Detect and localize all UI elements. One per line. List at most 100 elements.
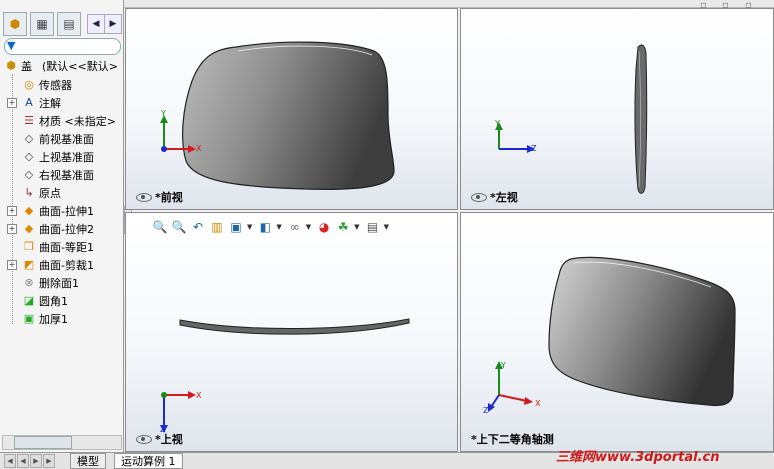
tab-scroll-right[interactable]: ▶ <box>104 14 122 34</box>
configuration-icon: ▤ <box>63 17 75 31</box>
chevron-right-icon: ▶ <box>109 19 117 29</box>
plane-icon: ◇ <box>24 168 34 181</box>
view-eye-icon <box>471 192 487 202</box>
view-label-isometric: *上下二等角轴测 <box>471 433 554 446</box>
chevron-left-icon: ◀ <box>20 457 26 465</box>
configuration-manager-tab[interactable]: ▤ <box>57 12 81 36</box>
tree-item-label: 加厚1 <box>39 312 68 326</box>
viewport-left[interactable]: Y Z *左视 <box>460 8 774 210</box>
tree-item-label: 曲面-等距1 <box>39 240 94 254</box>
tree-item[interactable]: ⊗ 删除面1 <box>22 274 79 291</box>
viewport-front[interactable]: Y X *前视 <box>125 8 458 210</box>
tree-item-label: 曲面-拉伸1 <box>39 204 94 218</box>
property-manager-tab[interactable]: ▦ <box>30 12 54 36</box>
tree-root-part[interactable]: ⬢ 盖 (默认<<默认> <box>4 57 118 74</box>
tree-item[interactable]: ☰ 材质 <未指定> <box>22 112 116 129</box>
manager-tab-bar: ⬢ ▦ ▤ ◀ ▶ <box>0 12 123 36</box>
tree-item[interactable]: ❐ 曲面-等距1 <box>22 238 94 255</box>
axis-x-label: X <box>196 391 202 400</box>
tree-item[interactable]: ◎ 传感器 <box>22 76 72 93</box>
plane-icon: ◇ <box>24 150 34 163</box>
surface-extrude-icon: ◆ <box>24 222 34 235</box>
part-config: (默认<<默认> <box>42 59 118 73</box>
tree-item[interactable]: ◆ 曲面-拉伸2 <box>22 220 94 237</box>
thicken-icon: ▣ <box>23 312 35 325</box>
surface-offset-icon: ❐ <box>24 240 34 253</box>
filter-icon: ▼ <box>7 39 16 52</box>
tab-scroll-left[interactable]: ◀ <box>87 14 105 34</box>
axis-z-label: Z <box>531 144 537 153</box>
tree-connector <box>12 74 13 324</box>
tree-item-label: 传感器 <box>39 78 72 92</box>
view-eye-icon <box>136 192 152 202</box>
origin-icon: ↳ <box>24 186 34 199</box>
view-label-front: *前视 <box>136 189 183 205</box>
left-view-canvas <box>634 44 648 194</box>
part-icon: ⬢ <box>6 59 16 72</box>
surface-trim-icon: ◩ <box>23 258 35 271</box>
tree-item-label: 上视基准面 <box>39 150 94 164</box>
material-icon: ☰ <box>24 114 34 127</box>
tab-next-button[interactable]: ▶ <box>30 454 42 468</box>
axis-y-label: Y <box>495 119 500 128</box>
view-eye-icon <box>136 434 152 444</box>
surface-extrude-icon: ◆ <box>24 204 34 217</box>
tree-expander[interactable]: + <box>7 260 17 270</box>
tree-item[interactable]: ◆ 曲面-拉伸1 <box>22 202 94 219</box>
viewport-isometric[interactable]: Y X Z *上下二等角轴测 <box>460 212 774 452</box>
tree-item-label: 曲面-剪裁1 <box>39 258 94 272</box>
tab-model[interactable]: 模型 <box>70 453 106 469</box>
feature-filter-input[interactable] <box>4 38 121 55</box>
viewport-top[interactable]: 🔍 🔍 ↶ ▥ ▣ ▼ ◧ ▼ ∞ ▼ ◕ ☘ ▼ ▤ ▼ X Z *上视 <box>125 212 458 452</box>
property-icon: ▦ <box>36 17 48 31</box>
tree-item-label: 圆角1 <box>39 294 68 308</box>
tree-item[interactable]: ◇ 前视基准面 <box>22 130 94 147</box>
chevron-right-icon: ▶ <box>33 457 39 465</box>
tree-item[interactable]: A 注解 <box>22 94 61 111</box>
tree-item-label: 曲面-拉伸2 <box>39 222 94 236</box>
tree-item-label: 右视基准面 <box>39 168 94 182</box>
axis-z-label: Z <box>483 406 489 415</box>
tree-item-label: 前视基准面 <box>39 132 94 146</box>
part-top-shape[interactable] <box>179 318 410 335</box>
tree-item-label: 材质 <未指定> <box>39 114 116 128</box>
watermark: 三维网www.3dportal.cn <box>556 450 720 465</box>
chevron-last-icon: ▶ <box>46 457 52 465</box>
axis-y-label: Y <box>161 109 166 118</box>
delete-face-icon: ⊗ <box>24 276 34 289</box>
part-iso-shape[interactable] <box>548 256 736 407</box>
tab-first-button[interactable]: ◀ <box>4 454 16 468</box>
tree-item-label: 注解 <box>39 96 61 110</box>
axis-x-label: X <box>196 144 202 153</box>
chevron-first-icon: ◀ <box>7 457 13 465</box>
feature-manager-tab[interactable]: ⬢ <box>3 12 27 36</box>
view-label-left: *左视 <box>471 189 518 205</box>
tab-last-button[interactable]: ▶ <box>43 454 55 468</box>
tree-item[interactable]: ▣ 加厚1 <box>22 310 68 327</box>
tree-item[interactable]: ◪ 圆角1 <box>22 292 68 309</box>
tree-item[interactable]: ◇ 右视基准面 <box>22 166 94 183</box>
tree-item[interactable]: ↳ 原点 <box>22 184 61 201</box>
view-label-top: *上视 <box>136 431 183 447</box>
feature-tree-icon: ⬢ <box>9 17 21 31</box>
tree-expander[interactable]: + <box>7 224 17 234</box>
tree-expander[interactable]: + <box>7 98 17 108</box>
part-front-shape[interactable] <box>182 41 395 190</box>
tab-prev-button[interactable]: ◀ <box>17 454 29 468</box>
tree-item[interactable]: ◇ 上视基准面 <box>22 148 94 165</box>
part-name: 盖 <box>21 59 32 73</box>
sensor-icon: ◎ <box>24 78 34 91</box>
tab-motion-study[interactable]: 运动算例 1 <box>114 453 183 469</box>
tree-expander[interactable]: + <box>7 206 17 216</box>
tree-item-label: 原点 <box>39 186 61 200</box>
plane-icon: ◇ <box>24 132 34 145</box>
fillet-icon: ◪ <box>23 294 35 307</box>
axis-x-label: X <box>535 399 541 408</box>
triad-iso <box>488 361 533 412</box>
axis-y-label: Y <box>501 361 506 370</box>
annotation-icon: A <box>25 96 33 109</box>
tree-item[interactable]: ◩ 曲面-剪裁1 <box>22 256 94 273</box>
tree-item-label: 删除面1 <box>39 276 79 290</box>
scrollbar-thumb[interactable] <box>14 436 72 449</box>
chevron-left-icon: ◀ <box>92 19 100 29</box>
